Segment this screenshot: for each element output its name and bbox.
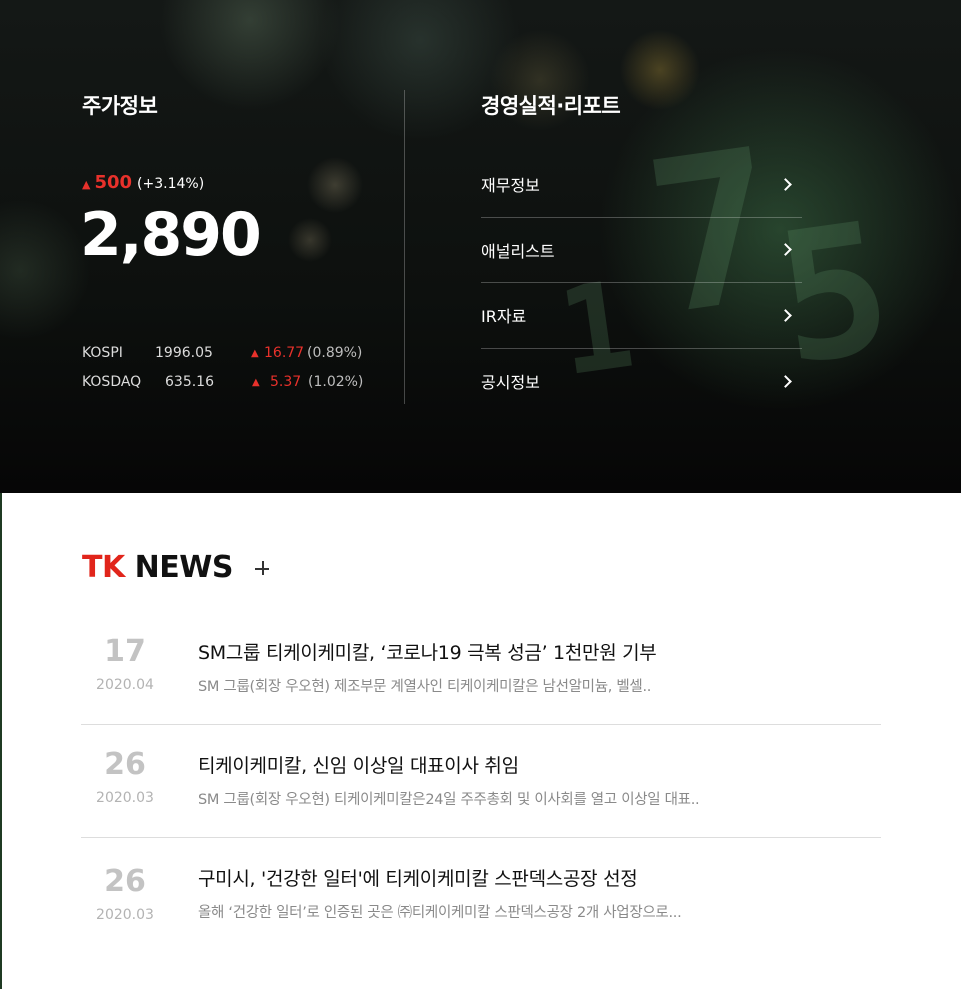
up-arrow-icon: ▲ [251, 348, 259, 359]
news-item[interactable]: 26 2020.03 티케이케미칼, 신임 이상일 대표이사 취임 SM 그룹(… [81, 725, 881, 838]
news-more-plus-icon[interactable] [252, 558, 272, 578]
report-link-label: 애널리스트 [481, 241, 555, 261]
up-arrow-icon: ▲ [82, 178, 91, 191]
report-link-label: IR자료 [481, 307, 527, 327]
news-summary: SM 그룹(회장 우오현) 제조부문 계열사인 티케이케미칼은 남선알미늄, 벨… [198, 679, 652, 695]
index-row-kospi: KOSPI 1996.05 ▲ 16.77 (0.89%) [82, 345, 382, 365]
left-edge-line [0, 493, 2, 989]
index-row-kosdaq: KOSDAQ 635.16 ▲ 5.37 (1.02%) [82, 374, 382, 394]
report-link-analyst[interactable]: 애널리스트 [481, 218, 802, 283]
chevron-right-icon [779, 243, 792, 257]
news-date-day: 26 [104, 747, 146, 782]
index-value: 635.16 [165, 374, 214, 390]
news-item[interactable]: 26 2020.03 구미시, '건강한 일터'에 티케이케미칼 스판덱스공장 … [81, 838, 881, 951]
news-title-text: NEWS [124, 550, 234, 585]
news-headline[interactable]: 구미시, '건강한 일터'에 티케이케미칼 스판덱스공장 선정 [198, 864, 638, 891]
news-list: 17 2020.04 SM그룹 티케이케미칼, ‘코로나19 극복 성금’ 1천… [81, 612, 881, 951]
index-change-percent: (1.02%) [308, 374, 364, 390]
index-change: 5.37 [270, 374, 302, 390]
news-summary: 올해 ‘건강한 일터’로 인증된 곳은 ㈜티케이케미칼 스판덱스공장 2개 사업… [198, 905, 682, 921]
stock-price: 2,890 [80, 200, 262, 270]
stock-report-section: 7 5 1 주가정보 ▲ 500 (+3.14%) 2,890 KOSPI 19… [0, 0, 961, 493]
index-value: 1996.05 [155, 345, 213, 361]
news-item[interactable]: 17 2020.04 SM그룹 티케이케미칼, ‘코로나19 극복 성금’ 1천… [81, 612, 881, 725]
chevron-right-icon [779, 374, 792, 388]
chevron-right-icon [779, 177, 792, 191]
index-name: KOSPI [82, 345, 123, 361]
news-section-title: TK NEWS [82, 550, 233, 585]
stock-change: ▲ 500 (+3.14%) [82, 172, 204, 193]
index-change: 16.77 [264, 345, 305, 361]
report-link-list: 재무정보 애널리스트 IR자료 공시정보 [481, 152, 802, 414]
up-arrow-icon: ▲ [252, 377, 260, 388]
report-link-financial[interactable]: 재무정보 [481, 152, 802, 218]
news-date-year-month: 2020.03 [96, 907, 154, 923]
news-headline[interactable]: SM그룹 티케이케미칼, ‘코로나19 극복 성금’ 1천만원 기부 [198, 638, 657, 665]
index-change-percent: (0.89%) [307, 345, 363, 361]
news-date-day: 26 [104, 864, 146, 899]
stock-change-percent: (+3.14%) [137, 176, 205, 192]
index-name: KOSDAQ [82, 374, 142, 390]
chevron-right-icon [779, 308, 792, 322]
news-summary: SM 그룹(회장 우오현) 티케이케미칼은24일 주주총회 및 이사회를 열고 … [198, 792, 700, 808]
news-date-year-month: 2020.04 [96, 677, 154, 693]
news-date-year-month: 2020.03 [96, 790, 154, 806]
report-link-label: 재무정보 [481, 176, 540, 196]
report-link-ir[interactable]: IR자료 [481, 283, 802, 349]
report-link-label: 공시정보 [481, 373, 540, 393]
news-title-accent: TK [82, 550, 125, 585]
report-link-disclosure[interactable]: 공시정보 [481, 349, 802, 415]
vertical-divider [404, 90, 405, 404]
news-headline[interactable]: 티케이케미칼, 신임 이상일 대표이사 취임 [198, 751, 519, 778]
stock-change-value: 500 [94, 172, 133, 193]
news-date-day: 17 [104, 634, 146, 669]
stock-info-title: 주가정보 [82, 94, 158, 118]
reports-title: 경영실적·리포트 [481, 94, 621, 118]
